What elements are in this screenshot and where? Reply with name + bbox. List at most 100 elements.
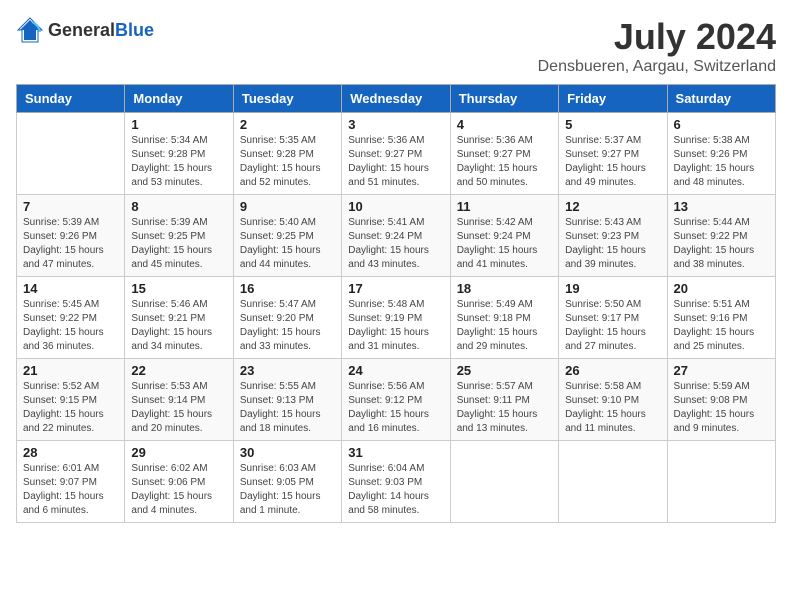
day-number: 15 <box>131 281 226 296</box>
day-number: 1 <box>131 117 226 132</box>
calendar-week-4: 28 Sunrise: 6:01 AMSunset: 9:07 PMDayligh… <box>17 441 776 523</box>
header-friday: Friday <box>559 85 667 113</box>
day-detail: Sunrise: 5:57 AMSunset: 9:11 PMDaylight:… <box>457 380 552 436</box>
table-row: 18 Sunrise: 5:49 AMSunset: 9:18 PMDayligh… <box>450 277 558 359</box>
table-row: 2 Sunrise: 5:35 AMSunset: 9:28 PMDaylight… <box>233 113 341 195</box>
day-number: 19 <box>565 281 660 296</box>
table-row: 29 Sunrise: 6:02 AMSunset: 9:06 PMDayligh… <box>125 441 233 523</box>
table-row: 13 Sunrise: 5:44 AMSunset: 9:22 PMDayligh… <box>667 195 775 277</box>
day-detail: Sunrise: 5:58 AMSunset: 9:10 PMDaylight:… <box>565 380 660 436</box>
day-detail: Sunrise: 5:43 AMSunset: 9:23 PMDaylight:… <box>565 216 660 272</box>
day-detail: Sunrise: 5:49 AMSunset: 9:18 PMDaylight:… <box>457 298 552 354</box>
calendar-week-3: 21 Sunrise: 5:52 AMSunset: 9:15 PMDayligh… <box>17 359 776 441</box>
table-row: 28 Sunrise: 6:01 AMSunset: 9:07 PMDayligh… <box>17 441 125 523</box>
day-number: 7 <box>23 199 118 214</box>
day-detail: Sunrise: 5:56 AMSunset: 9:12 PMDaylight:… <box>348 380 443 436</box>
day-detail: Sunrise: 5:46 AMSunset: 9:21 PMDaylight:… <box>131 298 226 354</box>
day-detail: Sunrise: 5:55 AMSunset: 9:13 PMDaylight:… <box>240 380 335 436</box>
header-saturday: Saturday <box>667 85 775 113</box>
day-number: 18 <box>457 281 552 296</box>
logo-icon <box>16 16 44 44</box>
table-row <box>667 441 775 523</box>
day-number: 11 <box>457 199 552 214</box>
table-row: 6Sunrise: 5:38 AMSunset: 9:26 PMDaylight… <box>667 113 775 195</box>
day-number: 4 <box>457 117 552 132</box>
table-row: 17 Sunrise: 5:48 AMSunset: 9:19 PMDayligh… <box>342 277 450 359</box>
day-detail: Sunrise: 5:47 AMSunset: 9:20 PMDaylight:… <box>240 298 335 354</box>
day-number: 3 <box>348 117 443 132</box>
table-row: 20Sunrise: 5:51 AMSunset: 9:16 PMDayligh… <box>667 277 775 359</box>
table-row: 5 Sunrise: 5:37 AMSunset: 9:27 PMDaylight… <box>559 113 667 195</box>
day-number: 12 <box>565 199 660 214</box>
day-number: 14 <box>23 281 118 296</box>
table-row: 14Sunrise: 5:45 AMSunset: 9:22 PMDayligh… <box>17 277 125 359</box>
location-title: Densbueren, Aargau, Switzerland <box>538 58 776 76</box>
logo-general: General <box>48 20 115 40</box>
day-detail: Sunrise: 5:48 AMSunset: 9:19 PMDaylight:… <box>348 298 443 354</box>
table-row: 16 Sunrise: 5:47 AMSunset: 9:20 PMDayligh… <box>233 277 341 359</box>
day-number: 2 <box>240 117 335 132</box>
day-number: 10 <box>348 199 443 214</box>
day-number: 5 <box>565 117 660 132</box>
header-tuesday: Tuesday <box>233 85 341 113</box>
day-detail: Sunrise: 5:53 AMSunset: 9:14 PMDaylight:… <box>131 380 226 436</box>
day-detail: Sunrise: 5:37 AMSunset: 9:27 PMDaylight:… <box>565 134 660 190</box>
day-number: 25 <box>457 363 552 378</box>
day-number: 9 <box>240 199 335 214</box>
day-number: 22 <box>131 363 226 378</box>
table-row: 23Sunrise: 5:55 AMSunset: 9:13 PMDayligh… <box>233 359 341 441</box>
day-detail: Sunrise: 5:39 AMSunset: 9:26 PMDaylight:… <box>23 216 118 272</box>
day-number: 28 <box>23 445 118 460</box>
day-detail: Sunrise: 5:36 AMSunset: 9:27 PMDaylight:… <box>457 134 552 190</box>
day-number: 27 <box>674 363 769 378</box>
weekday-header-row: Sunday Monday Tuesday Wednesday Thursday… <box>17 85 776 113</box>
table-row: 11 Sunrise: 5:42 AMSunset: 9:24 PMDayligh… <box>450 195 558 277</box>
day-number: 21 <box>23 363 118 378</box>
day-detail: Sunrise: 6:01 AMSunset: 9:07 PMDaylight:… <box>23 462 118 518</box>
day-detail: Sunrise: 5:34 AMSunset: 9:28 PMDaylight:… <box>131 134 226 190</box>
day-detail: Sunrise: 6:03 AMSunset: 9:05 PMDaylight:… <box>240 462 335 518</box>
logo-text: GeneralBlue <box>48 20 154 41</box>
logo: GeneralBlue <box>16 16 154 44</box>
table-row <box>559 441 667 523</box>
header-sunday: Sunday <box>17 85 125 113</box>
title-area: July 2024 Densbueren, Aargau, Switzerlan… <box>538 16 776 76</box>
logo-blue: Blue <box>115 20 154 40</box>
table-row: 25 Sunrise: 5:57 AMSunset: 9:11 PMDayligh… <box>450 359 558 441</box>
header-thursday: Thursday <box>450 85 558 113</box>
table-row: 9 Sunrise: 5:40 AMSunset: 9:25 PMDaylight… <box>233 195 341 277</box>
header-monday: Monday <box>125 85 233 113</box>
day-detail: Sunrise: 5:36 AMSunset: 9:27 PMDaylight:… <box>348 134 443 190</box>
table-row <box>17 113 125 195</box>
day-detail: Sunrise: 6:04 AMSunset: 9:03 PMDaylight:… <box>348 462 443 518</box>
day-number: 30 <box>240 445 335 460</box>
calendar-week-2: 14Sunrise: 5:45 AMSunset: 9:22 PMDayligh… <box>17 277 776 359</box>
table-row: 7 Sunrise: 5:39 AMSunset: 9:26 PMDaylight… <box>17 195 125 277</box>
day-number: 17 <box>348 281 443 296</box>
day-number: 31 <box>348 445 443 460</box>
day-detail: Sunrise: 5:52 AMSunset: 9:15 PMDaylight:… <box>23 380 118 436</box>
day-detail: Sunrise: 5:59 AMSunset: 9:08 PMDaylight:… <box>674 380 769 436</box>
day-number: 29 <box>131 445 226 460</box>
day-number: 26 <box>565 363 660 378</box>
table-row: 21 Sunrise: 5:52 AMSunset: 9:15 PMDayligh… <box>17 359 125 441</box>
calendar-week-1: 7 Sunrise: 5:39 AMSunset: 9:26 PMDaylight… <box>17 195 776 277</box>
day-detail: Sunrise: 5:42 AMSunset: 9:24 PMDaylight:… <box>457 216 552 272</box>
day-detail: Sunrise: 6:02 AMSunset: 9:06 PMDaylight:… <box>131 462 226 518</box>
header-wednesday: Wednesday <box>342 85 450 113</box>
day-detail: Sunrise: 5:50 AMSunset: 9:17 PMDaylight:… <box>565 298 660 354</box>
table-row: 3 Sunrise: 5:36 AMSunset: 9:27 PMDaylight… <box>342 113 450 195</box>
day-number: 13 <box>674 199 769 214</box>
table-row: 24 Sunrise: 5:56 AMSunset: 9:12 PMDayligh… <box>342 359 450 441</box>
day-detail: Sunrise: 5:38 AMSunset: 9:26 PMDaylight:… <box>674 134 769 190</box>
day-detail: Sunrise: 5:40 AMSunset: 9:25 PMDaylight:… <box>240 216 335 272</box>
table-row: 12 Sunrise: 5:43 AMSunset: 9:23 PMDayligh… <box>559 195 667 277</box>
day-number: 16 <box>240 281 335 296</box>
day-detail: Sunrise: 5:39 AMSunset: 9:25 PMDaylight:… <box>131 216 226 272</box>
day-detail: Sunrise: 5:44 AMSunset: 9:22 PMDaylight:… <box>674 216 769 272</box>
table-row: 31 Sunrise: 6:04 AMSunset: 9:03 PMDayligh… <box>342 441 450 523</box>
month-title: July 2024 <box>538 16 776 58</box>
day-number: 8 <box>131 199 226 214</box>
day-number: 24 <box>348 363 443 378</box>
day-detail: Sunrise: 5:35 AMSunset: 9:28 PMDaylight:… <box>240 134 335 190</box>
